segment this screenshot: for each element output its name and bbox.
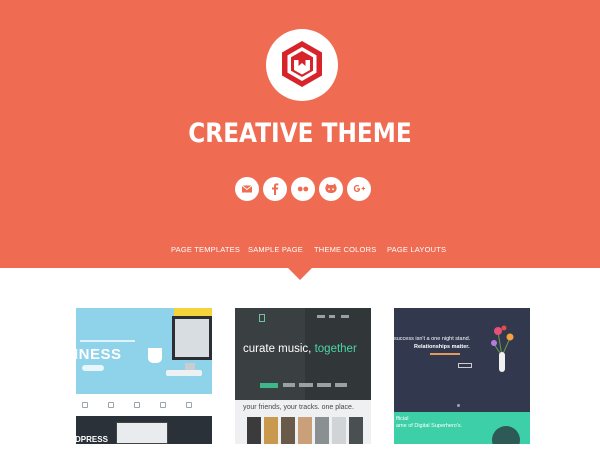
email-link[interactable] <box>235 177 259 201</box>
site-title[interactable]: CREATIVE THEME <box>42 118 558 149</box>
keyboard-image <box>166 370 202 376</box>
thumb-section-line-1: fficial <box>396 416 409 422</box>
feature-icon <box>186 402 192 408</box>
email-icon <box>241 185 253 193</box>
nav-item-page-templates[interactable]: PAGE TEMPLATES <box>171 245 240 254</box>
thumb-headline: curate music, together <box>243 343 357 355</box>
nav-item-sample-page[interactable]: SAMPLE PAGE <box>248 245 303 254</box>
theme-thumbnail-business[interactable]: INESS DPRESS <box>76 308 212 444</box>
flickr-link[interactable] <box>291 177 315 201</box>
thumb-hero: success isn't a one night stand. Relatio… <box>394 308 530 412</box>
thumb-hero: curate music, together <box>235 308 371 400</box>
github-icon <box>325 183 337 193</box>
facebook-icon <box>272 183 279 195</box>
theme-thumbnail-relationships[interactable]: success isn't a one night stand. Relatio… <box>394 308 530 444</box>
thumb-headline: success isn't a one night stand. Relatio… <box>394 335 470 351</box>
headline-start: curate music, <box>243 343 315 355</box>
thumb-menu <box>317 315 357 318</box>
album-strip <box>247 417 365 444</box>
thumb-tagline <box>430 353 460 355</box>
site-logo[interactable] <box>266 29 338 101</box>
thumb-footer: DPRESS <box>76 416 212 444</box>
active-nav-pointer <box>287 267 313 280</box>
github-link[interactable] <box>319 177 343 201</box>
facebook-link[interactable] <box>263 177 287 201</box>
flickr-icon <box>297 186 309 192</box>
thumb-section: your friends, your tracks. one place. <box>235 400 371 444</box>
thumb-button <box>458 363 472 368</box>
monitor-image <box>172 316 212 360</box>
feature-icon <box>82 402 88 408</box>
feature-icon <box>160 402 166 408</box>
slider-dot <box>457 404 460 407</box>
thumb-logo-icon <box>259 314 265 322</box>
headline-accent: together <box>314 343 357 355</box>
feature-icon <box>108 402 114 408</box>
partner-logos <box>283 383 353 388</box>
thumb-section: fficial ame of Digital Superhero's. <box>394 412 530 444</box>
theme-thumbnail-music[interactable]: curate music, together your friends, you… <box>235 308 371 444</box>
feature-icon <box>134 402 140 408</box>
creative-theme-logo-icon <box>282 41 322 87</box>
thumb-section-text: fficial ame of Digital Superhero's. <box>396 416 462 430</box>
thumb-feature-row <box>76 394 212 416</box>
thumb-subline: your friends, your tracks. one place. <box>243 404 354 411</box>
google-plus-link[interactable] <box>347 177 371 201</box>
mascot-image <box>492 426 520 444</box>
thumb-section-line-2: ame of Digital Superhero's. <box>396 423 463 429</box>
thumb-text-line <box>80 340 135 342</box>
thumb-button <box>260 383 278 388</box>
main-nav: PAGE TEMPLATES SAMPLE PAGE THEME COLORS … <box>0 245 600 259</box>
google-plus-icon <box>353 185 366 192</box>
device-image <box>116 422 168 444</box>
nav-item-page-layouts[interactable]: PAGE LAYOUTS <box>387 245 446 254</box>
thumb-headline-line-2: Relationships matter. <box>414 344 470 350</box>
coffee-cup-image <box>148 348 162 363</box>
thumb-hero: INESS <box>76 308 212 394</box>
thumb-footer-text: DPRESS <box>76 435 108 444</box>
thumb-headline-line-1: success isn't a one night stand. <box>394 336 471 342</box>
social-links <box>235 177 375 201</box>
nav-item-theme-colors[interactable]: THEME COLORS <box>314 245 376 254</box>
thumb-heading: INESS <box>76 346 122 363</box>
vase-image <box>499 352 505 372</box>
thumb-button <box>82 365 104 371</box>
hero-header: CREATIVE THEME PAGE TEMPLATES SAMPLE PAG… <box>0 0 600 268</box>
